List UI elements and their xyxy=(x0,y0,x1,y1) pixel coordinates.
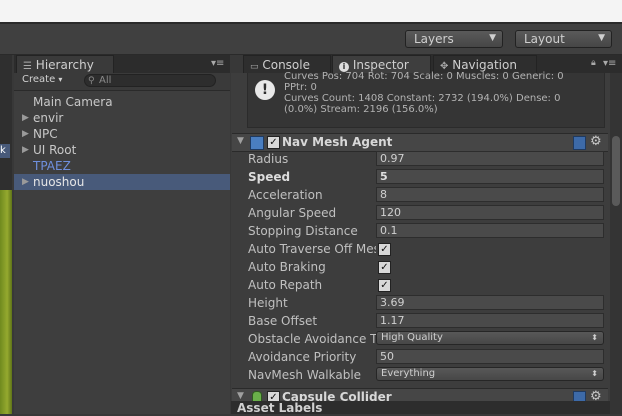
panel-menu-icon[interactable]: ▾≡ xyxy=(603,58,616,69)
property-value-field[interactable]: 8 xyxy=(376,187,604,202)
property-value-field[interactable]: 0.97 xyxy=(376,151,604,166)
expand-arrow-icon[interactable]: ▶ xyxy=(22,174,29,190)
chevron-updown-icon: ⬍ xyxy=(591,333,598,342)
dropdown-value: High Quality xyxy=(381,332,443,343)
tab-inspector-label: Inspector xyxy=(352,58,409,72)
hierarchy-item[interactable]: Main Camera xyxy=(14,94,230,110)
layers-dropdown[interactable]: Layers ▼ xyxy=(405,30,503,48)
hierarchy-tabbar: ☰ Hierarchy ▾≡ xyxy=(14,55,230,73)
layout-dropdown[interactable]: Layout ▼ xyxy=(515,30,612,48)
property-dropdown[interactable]: Everything ⬍ xyxy=(376,367,604,381)
hierarchy-search-input[interactable]: ⚲ All xyxy=(84,74,216,87)
property-row: Auto Traverse Off Mesh Link✓ xyxy=(248,241,608,259)
info-icon: ! xyxy=(255,80,275,100)
property-row: Auto Repath ✓ xyxy=(248,277,608,295)
layout-label: Layout xyxy=(524,32,565,46)
layers-label: Layers xyxy=(414,32,454,46)
property-label: Auto Repath xyxy=(248,278,323,292)
property-label: Base Offset xyxy=(248,314,318,328)
foldout-arrow-icon[interactable]: ▼ xyxy=(237,136,244,146)
hierarchy-item-label: envir xyxy=(33,111,64,125)
nav-mesh-agent-icon xyxy=(250,136,264,150)
property-checkbox[interactable]: ✓ xyxy=(378,243,391,256)
property-row: Angular Speed 120 xyxy=(248,205,608,223)
property-label: Auto Traverse Off Mesh Link xyxy=(248,242,376,256)
property-row: Radius 0.97 xyxy=(248,151,608,169)
console-icon: ▭ xyxy=(250,62,259,72)
property-label: Auto Braking xyxy=(248,260,326,274)
expand-arrow-icon[interactable]: ▶ xyxy=(22,142,29,158)
property-row: Avoidance Priority 50 xyxy=(248,349,608,367)
property-row: Base Offset 1.17 xyxy=(248,313,608,331)
title-bar xyxy=(0,0,622,24)
property-row: NavMesh Walkable Everything ⬍ xyxy=(248,367,608,385)
inspector-scrollbar[interactable] xyxy=(610,73,622,414)
hierarchy-item-label: nuoshou xyxy=(33,175,85,189)
scrollbar-thumb[interactable] xyxy=(612,136,620,206)
chevron-down-icon: ▼ xyxy=(598,33,605,43)
property-row: Acceleration 8 xyxy=(248,187,608,205)
property-dropdown[interactable]: High Quality ⬍ xyxy=(376,331,604,345)
help-book-icon[interactable] xyxy=(573,136,586,150)
scene-terrain xyxy=(0,190,12,414)
foldout-arrow-icon[interactable]: ▼ xyxy=(237,391,244,401)
property-value-field[interactable]: 3.69 xyxy=(376,295,604,310)
scene-label-fragment: k xyxy=(0,144,10,158)
create-label: Create xyxy=(22,74,56,85)
property-label: Avoidance Priority xyxy=(248,350,357,364)
property-label: Stopping Distance xyxy=(248,224,358,238)
property-label: Speed xyxy=(248,170,291,184)
property-row: Stopping Distance 0.1 xyxy=(248,223,608,241)
chevron-updown-icon: ⬍ xyxy=(591,369,598,378)
property-row: Height 3.69 xyxy=(248,295,608,313)
property-label: Acceleration xyxy=(248,188,323,202)
property-row: Auto Braking ✓ xyxy=(248,259,608,277)
search-icon: ⚲ xyxy=(88,76,95,86)
asset-labels-bar[interactable]: Asset Labels xyxy=(231,401,622,415)
hierarchy-item-label: NPC xyxy=(33,127,58,141)
tab-hierarchy[interactable]: ☰ Hierarchy xyxy=(16,55,114,73)
property-value-field[interactable]: 50 xyxy=(376,349,604,364)
property-label: Obstacle Avoidance Type xyxy=(248,332,376,346)
property-row: Obstacle Avoidance Type High Quality ⬍ xyxy=(248,331,608,349)
main-toolbar: Layers ▼ Layout ▼ xyxy=(0,24,622,55)
tab-hierarchy-label: Hierarchy xyxy=(35,58,94,72)
property-row: Speed 5 xyxy=(248,169,608,187)
hierarchy-item[interactable]: ▶ NPC xyxy=(14,126,230,142)
expand-arrow-icon[interactable]: ▶ xyxy=(22,110,29,126)
property-value-field[interactable]: 0.1 xyxy=(376,223,604,238)
chevron-down-icon: ▾ xyxy=(58,75,63,84)
property-label: Radius xyxy=(248,152,289,166)
lock-icon[interactable]: 🔒︎ xyxy=(591,58,596,68)
property-value-field[interactable]: 1.17 xyxy=(376,313,604,328)
tab-navigation-label: Navigation xyxy=(452,58,517,72)
hierarchy-item[interactable]: ▶ envir xyxy=(14,110,230,126)
component-title: Nav Mesh Agent xyxy=(282,135,393,149)
property-label: NavMesh Walkable xyxy=(248,368,362,382)
dropdown-value: Everything xyxy=(381,368,436,379)
hierarchy-item-label: TPAEZ xyxy=(33,159,71,173)
panel-menu-icon[interactable]: ▾≡ xyxy=(211,58,224,69)
hierarchy-item[interactable]: ▶ nuoshou xyxy=(14,174,230,190)
tab-console-label: Console xyxy=(262,58,310,72)
property-checkbox[interactable]: ✓ xyxy=(378,279,391,292)
search-placeholder: All xyxy=(99,75,112,86)
gear-icon[interactable]: ⚙ xyxy=(590,134,602,149)
list-icon: ☰ xyxy=(23,61,32,72)
hierarchy-item[interactable]: TPAEZ xyxy=(14,158,230,174)
property-value-field[interactable]: 5 xyxy=(376,169,604,184)
property-checkbox[interactable]: ✓ xyxy=(378,261,391,274)
property-value-field[interactable]: 120 xyxy=(376,205,604,220)
component-enabled-checkbox[interactable]: ✓ xyxy=(267,136,280,149)
chevron-down-icon: ▼ xyxy=(489,33,496,43)
property-label: Height xyxy=(248,296,288,310)
hierarchy-item-label: UI Root xyxy=(33,143,77,157)
hierarchy-item[interactable]: ▶ UI Root xyxy=(14,142,230,158)
nav-mesh-agent-header[interactable]: ▼ ✓ Nav Mesh Agent ⚙ xyxy=(232,133,608,152)
helpbox-text: Curves Pos: 704 Rot: 704 Scale: 0 Muscle… xyxy=(284,71,564,115)
hierarchy-item-label: Main Camera xyxy=(33,95,113,109)
create-button[interactable]: Create ▾ xyxy=(22,74,62,85)
expand-arrow-icon[interactable]: ▶ xyxy=(22,126,29,142)
property-label: Angular Speed xyxy=(248,206,337,220)
